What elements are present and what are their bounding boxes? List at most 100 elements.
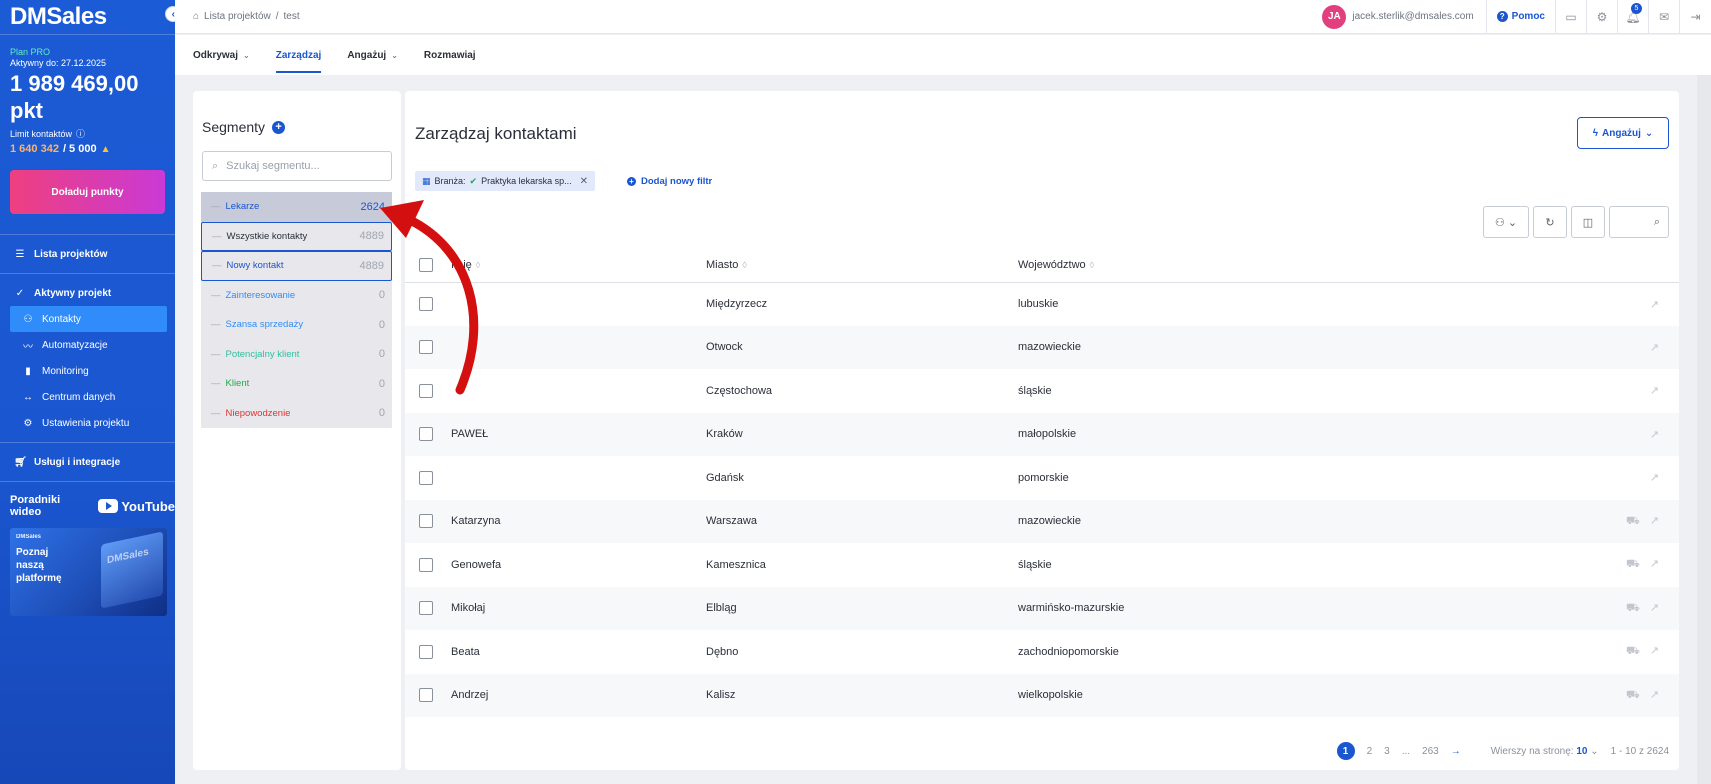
logout-icon[interactable]: ⇥ [1680,0,1711,33]
column-name[interactable]: Imię ◊ [451,248,706,283]
sidebar-item-active-project[interactable]: ✓ Aktywny projekt [0,280,175,306]
menu-talk[interactable]: Rozmawiaj [424,35,476,75]
columns-button[interactable]: ◫ [1571,206,1605,238]
segment-item[interactable]: — Klient 0 [201,369,392,399]
segment-item[interactable]: — Lekarze 2624 [201,192,392,222]
filter-chip[interactable]: ▦ Branża: ✔ Praktyka lekarska sp... ✕ [415,171,596,191]
add-filter-button[interactable]: + Dodaj nowy filtr [627,171,712,191]
segment-search-input[interactable] [226,160,367,172]
sidebar-item-project-settings[interactable]: ⚙ Ustawienia projektu [0,410,175,436]
segment-item[interactable]: — Zainteresowanie 0 [201,281,392,311]
table-row[interactable]: Andrzej Kalisz wielkopolskie ⛟↗ [405,673,1679,717]
add-segment-icon[interactable]: + [272,120,286,134]
row-checkbox[interactable] [419,427,433,442]
row-checkbox[interactable] [419,383,433,398]
row-checkbox[interactable] [419,557,433,572]
row-checkbox[interactable] [419,470,433,485]
table-row[interactable]: Gdańsk pomorskie ↗ [405,456,1679,500]
promo-banner[interactable]: DMSales Poznaj naszą platformę DMSales [10,528,167,616]
cart-icon[interactable]: ⛟ [1626,645,1650,657]
table-row[interactable]: PAWEŁ Kraków małopolskie ↗ [405,412,1679,456]
search-icon: ⌕ [1653,215,1660,228]
row-checkbox[interactable] [419,514,433,529]
table-row[interactable]: Częstochowa śląskie ↗ [405,369,1679,413]
table-row[interactable]: Genowefa Kamesznica śląskie ⛟↗ [405,543,1679,587]
row-checkbox[interactable] [419,688,433,703]
sidebar-item-automations[interactable]: 〰 Automatyzacje [0,332,175,358]
segment-item[interactable]: — Wszystkie kontakty 4889 [201,221,392,251]
user-email[interactable]: jacek.sterlik@dmsales.com [1352,0,1487,33]
help-button[interactable]: ? Pomoc [1487,0,1556,33]
page-link[interactable]: 3 [1384,746,1390,757]
open-icon[interactable]: ↗ [1650,558,1669,570]
user-filter-button[interactable]: ⚇ ⌄ [1483,206,1529,238]
next-page-icon[interactable]: → [1451,746,1461,757]
open-icon[interactable]: ↗ [1650,602,1669,614]
billing-icon[interactable]: ▭ [1556,0,1587,33]
chevron-down-icon: ⌄ [243,50,250,60]
segment-item[interactable]: — Potencjalny klient 0 [201,340,392,370]
video-guides-link[interactable]: Poradniki wideo YouTube [0,494,175,518]
cart-icon[interactable]: ⛟ [1626,558,1650,570]
topup-points-button[interactable]: Doładuj punkty [10,170,165,214]
menu-manage[interactable]: Zarządzaj [275,35,321,75]
top-bar: ⌂ Lista projektów / test JA jacek.sterli… [175,0,1711,34]
cell-name [451,369,706,413]
refresh-button[interactable]: ↻ [1533,206,1567,238]
sidebar-item-project-list[interactable]: ☰ Lista projektów [0,241,175,267]
row-checkbox[interactable] [419,644,433,659]
cart-icon[interactable]: ⛟ [1626,515,1650,527]
cart-icon[interactable]: ⛟ [1626,602,1650,614]
gear-icon[interactable]: ⚙ [1587,0,1618,33]
open-icon[interactable]: ↗ [1650,385,1669,397]
breadcrumb-project-list[interactable]: Lista projektów [204,11,271,22]
info-icon[interactable]: ⓘ [76,127,85,140]
list-icon: ☰ [15,248,25,260]
table-row[interactable]: Beata Dębno zachodniopomorskie ⛟↗ [405,630,1679,674]
table-search-button[interactable]: ⌕ [1609,206,1669,238]
row-checkbox[interactable] [419,340,433,355]
open-icon[interactable]: ↗ [1650,472,1669,484]
open-icon[interactable]: ↗ [1650,342,1669,354]
row-checkbox[interactable] [419,601,433,616]
avatar[interactable]: JA [1322,4,1347,29]
column-region[interactable]: Województwo ◊ [1018,248,1459,283]
cell-name: Beata [451,645,480,658]
engage-button[interactable]: ϟ Angażuj ⌄ [1577,117,1669,149]
table-row[interactable]: Katarzyna Warszawa mazowieckie ⛟↗ [405,499,1679,543]
segment-item[interactable]: — Nowy kontakt 4889 [201,251,392,281]
open-icon[interactable]: ↗ [1650,515,1669,527]
scrollbar[interactable] [1697,75,1711,784]
brand-logo[interactable]: DMSales ‹ [0,0,181,34]
menu-discover[interactable]: Odkrywaj ⌄ [193,35,250,75]
sidebar-item-contacts[interactable]: ⚇ Kontakty [10,306,167,332]
table-row[interactable]: Międzyrzecz lubuskie ↗ [405,282,1679,326]
home-icon[interactable]: ⌂ [193,11,199,22]
sidebar-item-services[interactable]: 🛒︎ Usługi i integracje [0,449,175,475]
sidebar-item-monitoring[interactable]: ▮ Monitoring [0,358,175,384]
plus-circle-icon: + [627,176,636,186]
row-checkbox[interactable] [419,297,433,311]
table-row[interactable]: Mikołaj Elbląg warmińsko-mazurskie ⛟↗ [405,586,1679,630]
segment-item[interactable]: — Niepowodzenie 0 [201,399,392,429]
page-link[interactable]: 263 [1422,746,1439,757]
cell-city: Częstochowa [706,384,773,397]
open-icon[interactable]: ↗ [1650,645,1669,657]
menu-engage[interactable]: Angażuj ⌄ [347,35,398,75]
table-row[interactable]: Otwock mazowieckie ↗ [405,325,1679,369]
bell-icon[interactable]: 🔔︎ 5 [1618,0,1649,33]
mail-icon[interactable]: ✉ [1649,0,1680,33]
page-link[interactable]: 2 [1367,746,1373,757]
open-icon[interactable]: ↗ [1650,689,1669,701]
column-city[interactable]: Miasto ◊ [706,248,1018,283]
segment-search[interactable]: ⌕ [202,151,392,181]
page-current[interactable]: 1 [1336,742,1355,760]
cart-icon[interactable]: ⛟ [1626,689,1650,701]
open-icon[interactable]: ↗ [1650,429,1669,441]
segment-item[interactable]: — Szansa sprzedaży 0 [201,310,392,340]
close-icon[interactable]: ✕ [580,176,588,187]
open-icon[interactable]: ↗ [1650,299,1669,311]
sidebar-item-data-center[interactable]: ↔ Centrum danych [0,384,175,410]
select-all-checkbox[interactable] [419,257,433,272]
rows-per-page[interactable]: Wierszy na stronę: 10 ⌄ [1491,746,1599,757]
